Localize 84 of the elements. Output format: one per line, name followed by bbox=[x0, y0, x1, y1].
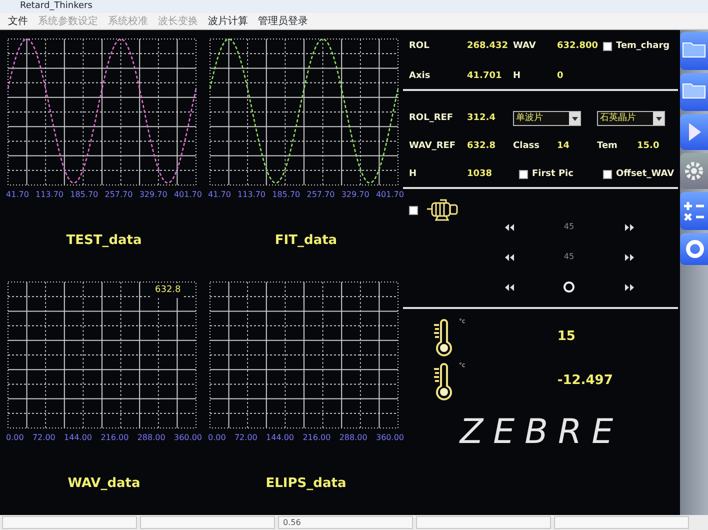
checkbox-label: Tem_charg bbox=[616, 40, 670, 53]
axis-tick-label: 329.70 bbox=[341, 189, 370, 201]
caret-icon bbox=[572, 116, 578, 120]
field-label: WAV_REF bbox=[409, 140, 457, 153]
axis-tick-label: 288.00 bbox=[137, 432, 166, 444]
thermometer-icon bbox=[433, 317, 455, 357]
field-value: 0 bbox=[557, 70, 564, 82]
field-value: 632.8 bbox=[467, 140, 496, 153]
temperature-value: 15 bbox=[557, 328, 576, 346]
checkbox[interactable] bbox=[603, 170, 612, 179]
plot-title: FIT_data bbox=[274, 232, 338, 250]
axis-tick-label: 41.70 bbox=[208, 189, 231, 201]
field-label: Class bbox=[513, 140, 540, 153]
field-value: 312.4 bbox=[467, 112, 496, 125]
fast-forward-icon[interactable] bbox=[624, 254, 634, 260]
folder-tile[interactable] bbox=[680, 73, 708, 111]
rewind-icon[interactable] bbox=[504, 224, 514, 230]
plot-marker-value: 632.8 bbox=[152, 282, 184, 298]
plot-title: ELIPS_data bbox=[266, 474, 346, 492]
axis-tick-label: 0.00 bbox=[208, 432, 226, 444]
axis-tick-label: 216.00 bbox=[100, 432, 129, 444]
field-label: Tem bbox=[597, 140, 618, 153]
checkbox[interactable] bbox=[519, 170, 528, 179]
ring-tile[interactable] bbox=[680, 233, 708, 265]
field-label: WAV bbox=[513, 40, 537, 53]
field-label: H bbox=[409, 168, 418, 180]
axis-tick-label: 41.70 bbox=[6, 189, 29, 201]
dropdown[interactable]: 石英晶片 bbox=[597, 111, 665, 126]
dropdown[interactable]: 单波片 bbox=[513, 111, 581, 126]
checkbox[interactable] bbox=[409, 206, 418, 214]
axis-tick-label: 113.70 bbox=[36, 189, 64, 201]
rewind-icon[interactable] bbox=[504, 284, 514, 290]
field-value: 268.432 bbox=[467, 40, 509, 53]
axis-tick-label: 0.00 bbox=[6, 432, 24, 444]
temperature-value: -12.497 bbox=[557, 372, 613, 390]
window-title: Retard_Thinkers bbox=[0, 0, 708, 13]
ring-indicator-icon bbox=[563, 281, 575, 293]
axis-tick-label: 329.70 bbox=[139, 189, 168, 201]
checkbox[interactable] bbox=[603, 42, 612, 52]
field-value: 1038 bbox=[467, 168, 494, 180]
field-value: 41.701 bbox=[467, 70, 503, 82]
step-value: 45 bbox=[564, 251, 574, 263]
caret-icon bbox=[656, 116, 662, 120]
field-value: 632.800 bbox=[557, 40, 597, 53]
field-value: 15.0 bbox=[637, 140, 660, 153]
axis-tick-label: 360.00 bbox=[376, 432, 404, 444]
axis-tick-label: 257.70 bbox=[306, 189, 335, 201]
axis-tick-label: 257.70 bbox=[104, 189, 133, 201]
checkbox-label: First Pic bbox=[532, 168, 574, 180]
axis-tick-label: 288.00 bbox=[339, 432, 368, 444]
field-label: ROL_REF bbox=[409, 112, 454, 125]
axis-tick-label: 113.70 bbox=[238, 189, 266, 201]
axis-tick-label: 401.70 bbox=[376, 189, 404, 201]
folder-tile[interactable] bbox=[680, 32, 708, 70]
axis-tick-label: 72.00 bbox=[32, 432, 56, 444]
plot-title: TEST_data bbox=[66, 232, 142, 250]
field-value: 14 bbox=[557, 140, 571, 153]
brand-logo: ZEBRE bbox=[460, 411, 624, 454]
axis-tick-label: 216.00 bbox=[302, 432, 331, 444]
axis-tick-label: 401.70 bbox=[174, 189, 202, 201]
axis-tick-label: 185.70 bbox=[272, 189, 300, 201]
field-label: Axis bbox=[409, 70, 432, 82]
play-tile[interactable] bbox=[680, 114, 708, 150]
fast-forward-icon[interactable] bbox=[624, 224, 634, 230]
axis-tick-label: 144.00 bbox=[266, 432, 294, 444]
axis-tick-label: 144.00 bbox=[64, 432, 92, 444]
plot-title: WAV_data bbox=[68, 474, 140, 492]
axis-tick-label: 72.00 bbox=[234, 432, 258, 444]
checkbox-label: Offset_WAV bbox=[616, 168, 674, 180]
rewind-icon[interactable] bbox=[504, 254, 514, 260]
field-label: ROL bbox=[409, 40, 430, 53]
menu-item[interactable]: 管理员登录 bbox=[258, 13, 308, 29]
status-reading: 0.56 bbox=[278, 516, 413, 529]
menu-item[interactable]: 文件 bbox=[8, 13, 28, 29]
menu-item[interactable]: 波片计算 bbox=[208, 13, 248, 29]
axis-tick-label: 360.00 bbox=[174, 432, 202, 444]
thermometer-icon bbox=[433, 361, 455, 401]
motor-icon bbox=[426, 199, 460, 221]
calculator-tile[interactable] bbox=[680, 192, 708, 230]
fast-forward-icon[interactable] bbox=[624, 284, 634, 290]
gear-tile[interactable] bbox=[680, 153, 708, 189]
step-value: 45 bbox=[564, 221, 574, 233]
field-label: H bbox=[513, 70, 522, 82]
axis-tick-label: 185.70 bbox=[70, 189, 98, 201]
